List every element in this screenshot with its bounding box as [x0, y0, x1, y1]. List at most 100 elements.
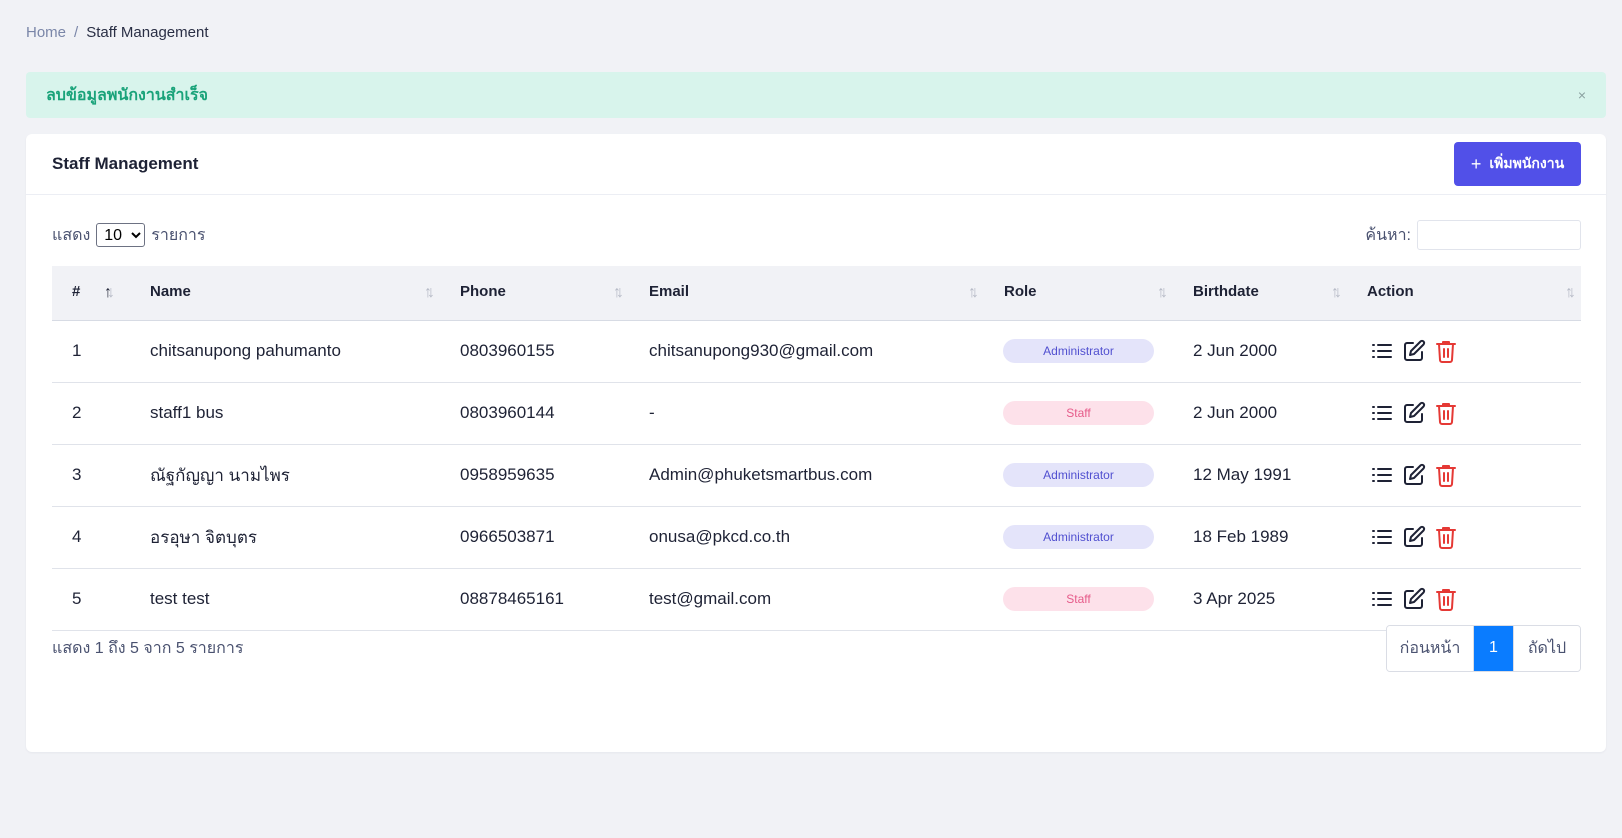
delete-icon[interactable] [1434, 401, 1458, 425]
view-details-icon[interactable] [1370, 463, 1394, 487]
delete-icon[interactable] [1434, 587, 1458, 611]
table-controls: แสดง 10 รายการ ค้นหา: [52, 220, 1581, 250]
cell-role: Administrator [984, 320, 1173, 383]
role-badge: Administrator [1003, 339, 1154, 363]
cell-birthdate: 18 Feb 1989 [1173, 506, 1347, 569]
table-body: 1 chitsanupong pahumanto 0803960155 chitsan… [52, 320, 1581, 631]
table-row: 2 staff1 bus 0803960144- Staff 2 Jun 2000 [52, 382, 1581, 445]
search-label: ค้นหา: [1365, 226, 1411, 244]
cell-actions [1347, 568, 1581, 631]
column-header-birthdate[interactable]: Birthdate ↑↓ [1173, 266, 1347, 321]
pagination-prev-button[interactable]: ก่อนหน้า [1387, 625, 1474, 671]
cell-actions [1347, 382, 1581, 445]
cell-name: staff1 bus [130, 382, 440, 445]
cell-role: Administrator [984, 506, 1173, 569]
delete-icon[interactable] [1434, 463, 1458, 487]
sort-icon: ↑↓ [968, 283, 979, 301]
cell-birthdate: 3 Apr 2025 [1173, 568, 1347, 631]
cell-actions [1347, 444, 1581, 507]
pagination-next-button[interactable]: ถัดไป [1513, 625, 1580, 671]
view-details-icon[interactable] [1370, 525, 1394, 549]
cell-email: chitsanupong930@gmail.com [629, 320, 984, 383]
length-prefix: แสดง [52, 226, 91, 244]
role-badge: Staff [1003, 587, 1154, 611]
delete-icon[interactable] [1434, 339, 1458, 363]
delete-icon[interactable] [1434, 525, 1458, 549]
cell-phone: 0803960155 [440, 320, 629, 383]
cell-name: chitsanupong pahumanto [130, 320, 440, 383]
role-badge: Administrator [1003, 463, 1154, 487]
cell-phone: 0958959635 [440, 444, 629, 507]
column-header-role[interactable]: Role ↑↓ [984, 266, 1173, 321]
edit-icon[interactable] [1402, 339, 1426, 363]
view-details-icon[interactable] [1370, 339, 1394, 363]
cell-email: Admin@phuketsmartbus.com [629, 444, 984, 507]
breadcrumb-separator: / [74, 24, 79, 41]
search-input[interactable] [1417, 220, 1581, 250]
cell-role: Staff [984, 568, 1173, 631]
breadcrumb: Home / Staff Management [26, 24, 209, 41]
staff-card: Staff Management + เพิ่มพนักงาน แสดง 10 … [26, 134, 1606, 752]
edit-icon[interactable] [1402, 525, 1426, 549]
cell-email: test@gmail.com [629, 568, 984, 631]
column-header-email[interactable]: Email ↑↓ [629, 266, 984, 321]
edit-icon[interactable] [1402, 401, 1426, 425]
cell-birthdate: 2 Jun 2000 [1173, 320, 1347, 383]
breadcrumb-home-link[interactable]: Home [26, 24, 66, 41]
edit-icon[interactable] [1402, 463, 1426, 487]
table-row: 4 อรอุษา จิตบุตร 0966503871 onusa@pkcd.co.t… [52, 506, 1581, 569]
length-suffix: รายการ [151, 226, 206, 244]
page-length-control: แสดง 10 รายการ [52, 223, 206, 248]
cell-role: Staff [984, 382, 1173, 445]
add-staff-button[interactable]: + เพิ่มพนักงาน [1454, 142, 1581, 186]
table-row: 3 ณัฐกัญญา นามไพร 0958959635 Admin@phuketsm… [52, 444, 1581, 507]
pagination: ก่อนหน้า 1 ถัดไป [1386, 624, 1581, 672]
table-header-row: # ↑↓ Name ↑↓ Phone ↑↓ Email ↑↓ Role ↑↓ B… [52, 266, 1581, 321]
view-details-icon[interactable] [1370, 401, 1394, 425]
search-control: ค้นหา: [1365, 220, 1581, 250]
sort-icon: ↑↓ [613, 283, 624, 301]
cell-actions [1347, 320, 1581, 383]
cell-phone: 0966503871 [440, 506, 629, 569]
card-title: Staff Management [52, 154, 199, 173]
cell-name: ณัฐกัญญา นามไพร [130, 444, 440, 507]
view-details-icon[interactable] [1370, 587, 1394, 611]
cell-phone: 0803960144 [440, 382, 629, 445]
add-staff-label: เพิ่มพนักงาน [1489, 155, 1565, 171]
cell-number: 1 [52, 320, 130, 383]
cell-number: 3 [52, 444, 130, 507]
column-header-name[interactable]: Name ↑↓ [130, 266, 440, 321]
cell-name: test test [130, 568, 440, 631]
table-info: แสดง 1 ถึง 5 จาก 5 รายการ [52, 639, 244, 657]
pagination-page-button[interactable]: 1 [1474, 625, 1513, 671]
cell-name: อรอุษา จิตบุตร [130, 506, 440, 569]
edit-icon[interactable] [1402, 587, 1426, 611]
table-footer: แสดง 1 ถึง 5 จาก 5 รายการ ก่อนหน้า 1 ถัด… [52, 624, 1581, 672]
table-row: 1 chitsanupong pahumanto 0803960155 chitsan… [52, 320, 1581, 383]
cell-number: 4 [52, 506, 130, 569]
success-alert: ลบข้อมูลพนักงานสำเร็จ × [26, 72, 1606, 118]
alert-message: ลบข้อมูลพนักงานสำเร็จ [46, 86, 208, 104]
column-header-action[interactable]: Action ↑↓ [1347, 266, 1581, 321]
staff-table: # ↑↓ Name ↑↓ Phone ↑↓ Email ↑↓ Role ↑↓ B… [52, 266, 1581, 631]
column-header-phone[interactable]: Phone ↑↓ [440, 266, 629, 321]
column-header-number[interactable]: # ↑↓ [52, 266, 130, 321]
cell-birthdate: 2 Jun 2000 [1173, 382, 1347, 445]
table-row: 5 test test 08878465161 test@gmail.com Staff… [52, 568, 1581, 631]
breadcrumb-current: Staff Management [86, 24, 209, 41]
cell-number: 2 [52, 382, 130, 445]
role-badge: Administrator [1003, 525, 1154, 549]
cell-birthdate: 12 May 1991 [1173, 444, 1347, 507]
plus-icon: + [1470, 154, 1482, 174]
alert-close-button[interactable]: × [1578, 87, 1586, 103]
page-length-select[interactable]: 10 [96, 223, 146, 247]
cell-phone: 08878465161 [440, 568, 629, 631]
sort-icon: ↑↓ [1157, 283, 1168, 301]
role-badge: Staff [1003, 401, 1154, 425]
cell-actions [1347, 506, 1581, 569]
sort-asc-icon: ↑↓ [104, 283, 115, 301]
cell-email: onusa@pkcd.co.th [629, 506, 984, 569]
cell-email: - [629, 382, 984, 445]
sort-icon: ↑↓ [1331, 283, 1342, 301]
sort-icon: ↑↓ [424, 283, 435, 301]
